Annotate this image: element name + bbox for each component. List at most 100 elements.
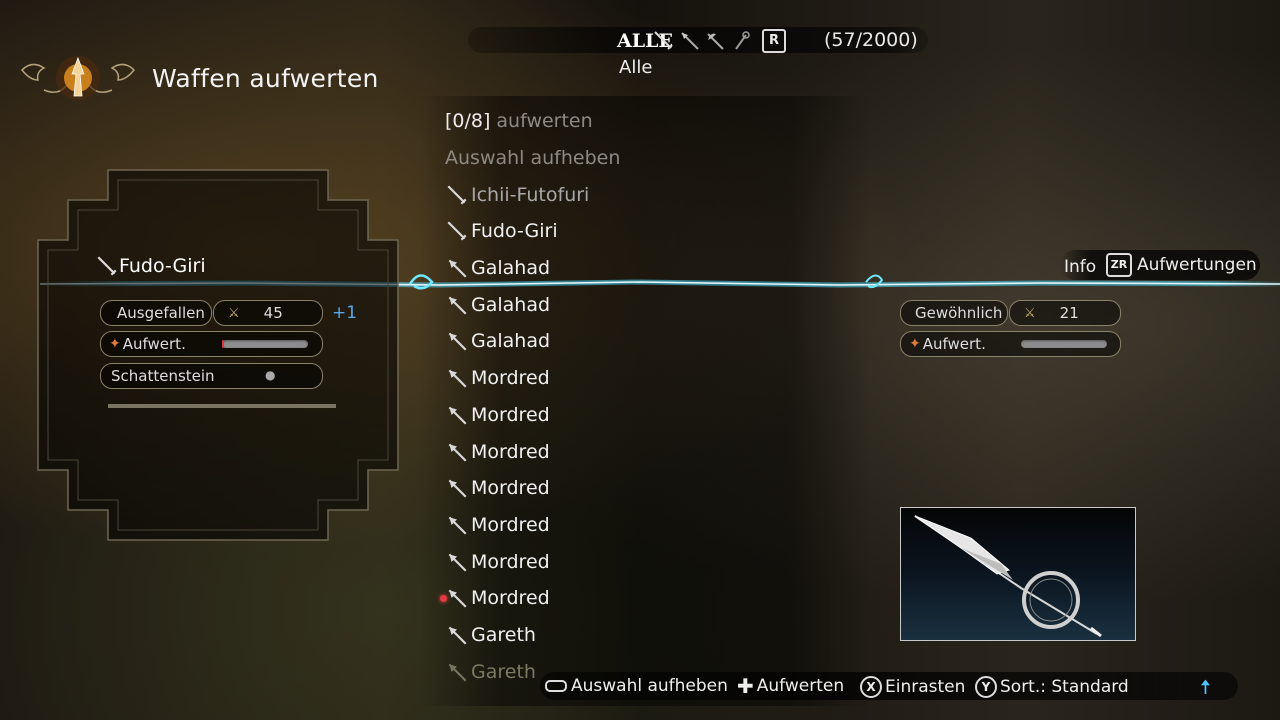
power-icon: ⚔	[1024, 305, 1036, 321]
power-icon: ⚔	[228, 305, 240, 321]
weapon-list-item-name: Ichii-Futofuri	[471, 183, 590, 206]
slot-row: Schattenstein ●	[100, 363, 323, 389]
axe-icon[interactable]	[704, 30, 726, 52]
target-power-badge: ⚔ 21	[1009, 300, 1121, 326]
weapon-list-item[interactable]: Gareth	[445, 617, 845, 654]
weapon-list-item-name: Mordred	[471, 513, 550, 536]
upgrade-progress-row: ✦ Aufwert.	[100, 331, 323, 357]
deselect-all-option[interactable]: Auswahl aufheben	[445, 140, 845, 177]
weapon-list-item[interactable]: Mordred	[445, 360, 845, 397]
minus-button-icon	[545, 680, 567, 692]
weapon-list-items: Ichii-Futofuri Fudo-Giri Galahad Galahad Gal…	[440, 176, 845, 690]
spear-icon	[448, 406, 467, 425]
upgrade-hint-label: Aufwerten	[756, 676, 845, 696]
weapon-list-item-name: Mordred	[471, 587, 550, 610]
sort-hint-label: Sort.: Standard	[1000, 677, 1129, 697]
weapon-list-item-name: Galahad	[471, 257, 551, 280]
weapon-list-item[interactable]: Mordred	[445, 397, 845, 434]
x-button-icon: X	[860, 676, 882, 698]
target-upgrade-progress-row: ✦ Aufwert.	[900, 331, 1121, 357]
upgrade-flame-icon: ✦	[909, 336, 921, 352]
target-power-value: 21	[1059, 304, 1079, 322]
weapon-list-item-name: Gareth	[471, 660, 536, 683]
upgrade-counter-label: aufwerten	[496, 110, 593, 133]
weapon-list-item[interactable]: Mordred	[445, 543, 845, 580]
spear-icon	[448, 626, 467, 645]
arrow-up-icon: 🠅	[1200, 675, 1211, 699]
spear-icon	[448, 296, 467, 315]
upgrade-flame-icon: ✦	[109, 336, 121, 352]
spear-icon	[448, 589, 467, 608]
upgrade-counter-row: [0/8] aufwerten	[445, 103, 845, 140]
weapon-list-item-name: Gareth	[471, 623, 536, 646]
weapon-list-item-name: Mordred	[471, 367, 550, 390]
weapon-list-item[interactable]: Mordred	[440, 580, 845, 617]
lock-hint[interactable]: X Einrasten	[860, 676, 965, 698]
weapon-list-item-name: Mordred	[471, 477, 550, 500]
spear-icon	[448, 443, 467, 462]
staff-icon[interactable]	[730, 30, 752, 52]
current-weapon-name: Fudo-Giri	[95, 254, 206, 278]
page-header: Waffen aufwerten	[14, 50, 379, 106]
weapon-list-item-name: Mordred	[471, 440, 550, 463]
target-upgrade-label: Aufwert.	[922, 335, 986, 353]
rarity-badge: Ausgefallen	[100, 300, 212, 326]
sword-icon	[447, 185, 467, 205]
spear-icon	[448, 663, 467, 682]
weapon-list: [0/8] aufwerten Auswahl aufheben Ichii-F…	[440, 103, 845, 690]
weapon-list-item[interactable]: Galahad	[445, 323, 845, 360]
weapon-list-item[interactable]: Galahad	[445, 250, 845, 287]
target-rarity-badge: Gewöhnlich	[900, 300, 1008, 326]
current-weapon-name-text: Fudo-Giri	[119, 255, 206, 277]
weapon-list-item[interactable]: Ichii-Futofuri	[445, 176, 845, 213]
decorative-divider	[108, 404, 336, 408]
deselect-hint-label: Auswahl aufheben	[571, 676, 728, 696]
weapon-list-item[interactable]: Fudo-Giri	[445, 213, 845, 250]
upgrades-tab-label[interactable]: Aufwertungen	[1137, 255, 1257, 275]
sword-icon	[447, 221, 467, 241]
weapon-list-item[interactable]: Mordred	[445, 433, 845, 470]
page-title: Waffen aufwerten	[152, 63, 379, 93]
weapon-preview-spear-icon	[900, 507, 1136, 641]
spear-icon	[448, 259, 467, 278]
weapon-list-item-name: Mordred	[471, 403, 550, 426]
spear-icon[interactable]	[679, 30, 701, 52]
empty-slot-icon: ●	[265, 368, 276, 382]
slot-label: Schattenstein	[111, 367, 215, 385]
current-filter-label: Alle	[619, 57, 653, 78]
weapon-list-item-name: Galahad	[471, 330, 551, 353]
zr-button[interactable]: ZR	[1106, 253, 1132, 277]
upgrade-progress-bar	[222, 340, 308, 348]
bonus-value: +1	[332, 303, 358, 323]
upgrade-counter: [0/8]	[445, 110, 491, 133]
sword-icon	[97, 256, 117, 276]
target-upgrade-progress-bar	[1021, 340, 1107, 348]
y-button-icon: Y	[975, 676, 997, 698]
deselect-hint[interactable]: Auswahl aufheben	[545, 676, 728, 696]
lock-hint-label: Einrasten	[885, 677, 966, 697]
weapon-list-item[interactable]: Galahad	[445, 286, 845, 323]
spear-icon	[448, 369, 467, 388]
target-rarity-text: Gewöhnlich	[915, 304, 1003, 322]
upgrade-hint[interactable]: ✚ Aufwerten	[737, 676, 844, 696]
weapon-count: (57/2000)	[824, 29, 918, 51]
spear-icon	[448, 553, 467, 572]
ornament-emblem-icon	[20, 56, 136, 100]
dpad-icon: ✚	[737, 674, 754, 698]
spear-icon	[448, 479, 467, 498]
weapon-list-item-name: Fudo-Giri	[471, 220, 558, 243]
new-marker-icon	[440, 594, 447, 602]
weapon-list-item[interactable]: Mordred	[445, 470, 845, 507]
r-button[interactable]: R	[762, 29, 786, 53]
rarity-text: Ausgefallen	[117, 304, 205, 322]
power-badge: ⚔ 45	[213, 300, 323, 326]
sword-icon[interactable]	[653, 30, 675, 52]
weapon-list-item-name: Mordred	[471, 550, 550, 573]
power-value: 45	[263, 304, 283, 322]
weapon-list-item-name: Galahad	[471, 293, 551, 316]
upgrade-progress-fill	[222, 340, 224, 348]
weapon-list-item[interactable]: Mordred	[445, 507, 845, 544]
sort-hint[interactable]: Y Sort.: Standard	[975, 676, 1129, 698]
upgrade-label: Aufwert.	[122, 335, 186, 353]
info-label[interactable]: Info	[1064, 257, 1096, 277]
